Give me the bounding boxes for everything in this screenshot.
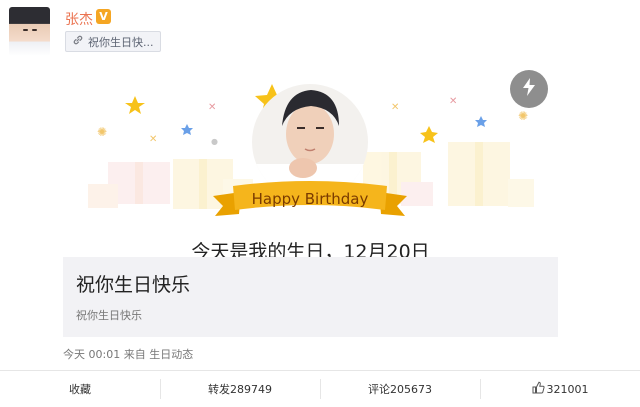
comment-label: 评论205673 xyxy=(368,383,432,396)
svg-text:✺: ✺ xyxy=(97,125,107,139)
quote-card[interactable]: 祝你生日快乐 祝你生日快乐 xyxy=(63,257,558,337)
action-bar: 收藏 转发289749 评论205673 321001 xyxy=(0,371,640,407)
flash-button[interactable] xyxy=(510,70,548,108)
birthday-ribbon: Happy Birthday xyxy=(213,181,407,216)
ribbon-text: Happy Birthday xyxy=(252,190,369,208)
image-caption: 今天是我的生日，12月20日 xyxy=(191,241,430,258)
author-name[interactable]: 张杰 xyxy=(65,9,93,29)
svg-text:✕: ✕ xyxy=(391,102,399,113)
post-image[interactable]: ✕ ✕ ✕ ✕ ✺ ✺ ● Happy Birthday xyxy=(63,64,558,259)
svg-text:✺: ✺ xyxy=(518,109,528,123)
favorite-button[interactable]: 收藏 xyxy=(0,371,160,407)
link-icon xyxy=(72,34,84,49)
favorite-label: 收藏 xyxy=(69,383,91,396)
svg-text:✕: ✕ xyxy=(149,134,157,145)
like-count: 321001 xyxy=(546,382,589,396)
quote-subtitle: 祝你生日快乐 xyxy=(76,309,142,322)
svg-text:✕: ✕ xyxy=(208,102,216,113)
like-button[interactable]: 321001 xyxy=(480,371,640,407)
thumbs-up-icon xyxy=(532,381,545,397)
link-chip-label: 祝你生日快... xyxy=(88,35,154,49)
svg-text:✕: ✕ xyxy=(449,96,457,107)
repost-label: 转发289749 xyxy=(208,383,272,396)
post-meta: 今天 00:01 来自 生日动态 xyxy=(63,348,194,361)
flash-icon xyxy=(520,77,538,101)
avatar[interactable] xyxy=(9,7,50,56)
topic-link-chip[interactable]: 祝你生日快... xyxy=(65,31,161,52)
verified-badge: V xyxy=(96,9,111,24)
repost-button[interactable]: 转发289749 xyxy=(160,371,320,407)
svg-text:●: ● xyxy=(211,137,218,146)
quote-title: 祝你生日快乐 xyxy=(76,274,191,296)
comment-button[interactable]: 评论205673 xyxy=(320,371,480,407)
